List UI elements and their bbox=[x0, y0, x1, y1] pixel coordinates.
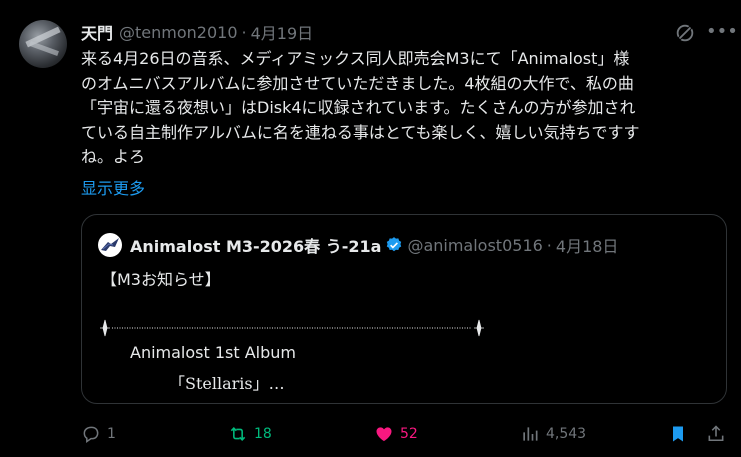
author-handle[interactable]: @tenmon2010 bbox=[119, 23, 238, 42]
separator-dot: · bbox=[546, 235, 552, 255]
share-icon bbox=[708, 425, 724, 442]
author-name[interactable]: 天門 bbox=[81, 20, 113, 44]
quoted-post-title: 【M3お知らせ】 bbox=[101, 270, 221, 289]
show-more-link[interactable]: 显示更多 bbox=[81, 175, 145, 199]
sparkle-divider bbox=[100, 319, 484, 337]
quoted-author-avatar[interactable] bbox=[98, 233, 122, 257]
quoted-post-header: Animalost M3-2026春 う-21a @animalost0516 … bbox=[130, 232, 618, 258]
reply-count: 1 bbox=[107, 426, 116, 442]
verified-badge-icon bbox=[387, 237, 402, 252]
views-button[interactable]: 4,543 bbox=[520, 420, 586, 448]
quoted-author-handle[interactable]: @animalost0516 bbox=[407, 236, 542, 255]
reply-icon bbox=[83, 426, 99, 443]
like-count: 52 bbox=[400, 426, 418, 442]
quoted-author-name[interactable]: Animalost M3-2026春 う-21a bbox=[130, 233, 381, 257]
repost-button[interactable]: 18 bbox=[228, 420, 272, 448]
post-date[interactable]: 4月19日 bbox=[251, 20, 314, 44]
quoted-post-date[interactable]: 4月18日 bbox=[556, 233, 619, 257]
view-count: 4,543 bbox=[546, 426, 587, 442]
repost-count: 18 bbox=[254, 426, 272, 442]
like-button[interactable]: 52 bbox=[374, 420, 418, 448]
quoted-post[interactable]: Animalost M3-2026春 う-21a @animalost0516 … bbox=[81, 214, 727, 404]
separator-dot: · bbox=[241, 22, 247, 42]
bookmark-icon bbox=[673, 426, 683, 442]
post-header: 天門 @tenmon2010 · 4月19日 bbox=[81, 19, 313, 45]
post-text: 来る4月26日の音系、メディアミックス同人即売会M3にて「Animalost」様… bbox=[81, 49, 640, 166]
wolf-logo-icon bbox=[101, 238, 119, 251]
more-options-icon[interactable]: ••• bbox=[706, 22, 738, 44]
action-bar: 1 18 52 4,543 bbox=[81, 420, 729, 448]
author-avatar[interactable] bbox=[19, 20, 67, 68]
share-button[interactable] bbox=[706, 420, 726, 448]
reply-button[interactable]: 1 bbox=[81, 420, 116, 448]
heart-icon bbox=[376, 427, 392, 442]
repost-icon bbox=[230, 427, 246, 441]
analytics-icon bbox=[523, 427, 538, 441]
album-name: Animalost 1st Album bbox=[130, 343, 296, 362]
grok-icon[interactable] bbox=[674, 22, 696, 44]
album-title: 「Stellaris」… bbox=[169, 374, 285, 393]
bookmark-button[interactable] bbox=[668, 420, 688, 448]
